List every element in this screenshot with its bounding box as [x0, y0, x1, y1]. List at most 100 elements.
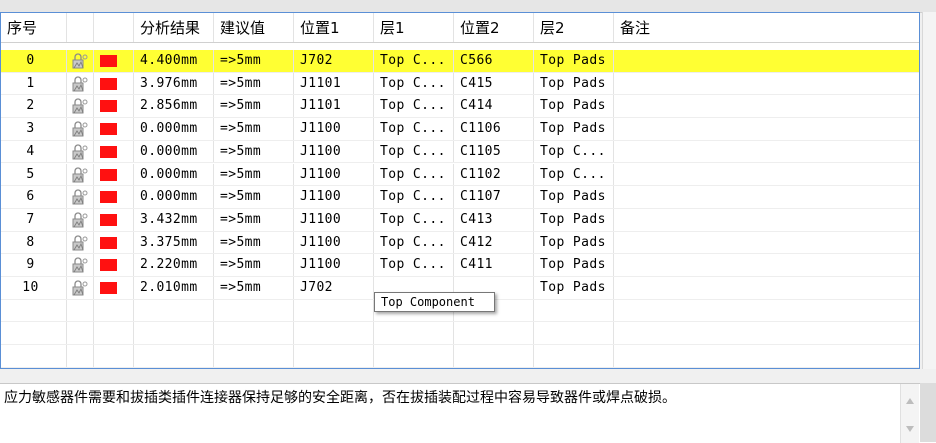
- cell-layer1[interactable]: Top C...: [374, 140, 454, 163]
- cell-icon[interactable]: [67, 277, 94, 299]
- cell-status[interactable]: [94, 231, 134, 254]
- cell-pos1[interactable]: J1100: [294, 163, 374, 186]
- cell-layer2[interactable]: Top C...: [534, 140, 614, 163]
- cell-result[interactable]: 2.856mm: [134, 95, 214, 118]
- cell-result[interactable]: 0.000mm: [134, 118, 214, 140]
- cell-index[interactable]: 1: [1, 72, 67, 95]
- cell-result[interactable]: 3.432mm: [134, 208, 214, 231]
- cell-suggested[interactable]: =>5mm: [214, 50, 294, 72]
- cell-layer1[interactable]: Top C...: [374, 118, 454, 140]
- cell-result[interactable]: 4.400mm: [134, 50, 214, 72]
- cell-icon[interactable]: [67, 186, 94, 208]
- cell-layer2[interactable]: Top Pads: [534, 231, 614, 254]
- cell-icon[interactable]: [67, 163, 94, 186]
- cell-index[interactable]: 8: [1, 231, 67, 254]
- cell-icon[interactable]: [67, 95, 94, 118]
- cell-suggested[interactable]: =>5mm: [214, 140, 294, 163]
- cell-pos2[interactable]: C414: [454, 95, 534, 118]
- cell-status[interactable]: [94, 277, 134, 299]
- cell-pos1[interactable]: J1100: [294, 186, 374, 208]
- cell-remark[interactable]: [614, 164, 919, 186]
- cell-remark[interactable]: [614, 95, 919, 117]
- cell-icon[interactable]: [67, 50, 94, 72]
- cell-remark[interactable]: [614, 141, 919, 163]
- cell-status[interactable]: [94, 72, 134, 95]
- cell-layer1[interactable]: Top C...: [374, 95, 454, 118]
- cell-pos2[interactable]: C412: [454, 231, 534, 254]
- cell-remark[interactable]: [614, 232, 919, 254]
- cell-pos2[interactable]: C566: [454, 50, 534, 72]
- cell-layer2[interactable]: Top Pads: [534, 254, 614, 276]
- cell-remark[interactable]: [614, 73, 919, 95]
- cell-layer2[interactable]: Top Pads: [534, 208, 614, 231]
- cell-pos2[interactable]: C415: [454, 72, 534, 95]
- table-row[interactable]: 3 0.000mm =>5mm J1100 Top C... C1106 Top Pads: [1, 118, 919, 141]
- cell-pos1[interactable]: J702: [294, 277, 374, 299]
- cell-pos2[interactable]: C1105: [454, 140, 534, 163]
- table-row[interactable]: 2 2.856mm =>5mm J1101 Top C... C414 Top Pads: [1, 95, 919, 119]
- cell-status[interactable]: [94, 118, 134, 140]
- table-row[interactable]: 0 4.400mm =>5mm J702 Top C... C566 Top Pads: [1, 50, 919, 73]
- cell-layer2[interactable]: Top C...: [534, 163, 614, 186]
- cell-result[interactable]: 3.976mm: [134, 72, 214, 95]
- cell-result[interactable]: 2.010mm: [134, 277, 214, 299]
- cell-remark[interactable]: [614, 186, 919, 208]
- cell-icon[interactable]: [67, 231, 94, 254]
- cell-pos2[interactable]: C1102: [454, 163, 534, 186]
- column-header-remark[interactable]: 备注: [614, 13, 919, 42]
- cell-remark[interactable]: [614, 254, 919, 276]
- cell-suggested[interactable]: =>5mm: [214, 208, 294, 231]
- cell-pos2[interactable]: C413: [454, 208, 534, 231]
- cell-layer2[interactable]: Top Pads: [534, 118, 614, 140]
- cell-index[interactable]: 10: [1, 277, 67, 299]
- cell-index[interactable]: 4: [1, 140, 67, 163]
- cell-remark[interactable]: [614, 50, 919, 72]
- cell-index[interactable]: 6: [1, 186, 67, 208]
- column-header-layer2[interactable]: 层2: [534, 13, 614, 42]
- cell-pos1[interactable]: J1100: [294, 254, 374, 276]
- scroll-down-icon[interactable]: [906, 426, 914, 432]
- table-row[interactable]: 6 0.000mm =>5mm J1100 Top C... C1107 Top Pads: [1, 186, 919, 209]
- cell-suggested[interactable]: =>5mm: [214, 277, 294, 299]
- cell-suggested[interactable]: =>5mm: [214, 72, 294, 95]
- cell-pos1[interactable]: J1100: [294, 118, 374, 140]
- table-row[interactable]: 7 3.432mm =>5mm J1100 Top C... C413 Top Pads: [1, 208, 919, 232]
- cell-layer1[interactable]: Top C...: [374, 186, 454, 208]
- cell-status[interactable]: [94, 163, 134, 186]
- cell-pos2[interactable]: C411: [454, 254, 534, 276]
- column-header-index[interactable]: 序号: [1, 13, 67, 42]
- cell-layer1[interactable]: Top C...: [374, 163, 454, 186]
- column-header-pos1[interactable]: 位置1: [294, 13, 374, 42]
- cell-pos1[interactable]: J1100: [294, 231, 374, 254]
- cell-status[interactable]: [94, 254, 134, 276]
- cell-layer2[interactable]: Top Pads: [534, 186, 614, 208]
- scroll-up-icon[interactable]: [906, 398, 914, 404]
- cell-remark[interactable]: [614, 118, 919, 140]
- table-row[interactable]: 8 3.375mm =>5mm J1100 Top C... C412 Top Pads: [1, 231, 919, 255]
- cell-pos1[interactable]: J702: [294, 50, 374, 72]
- cell-layer1[interactable]: Top C...: [374, 254, 454, 276]
- cell-layer2[interactable]: Top Pads: [534, 95, 614, 118]
- cell-layer2[interactable]: Top Pads: [534, 50, 614, 72]
- cell-result[interactable]: 3.375mm: [134, 231, 214, 254]
- cell-suggested[interactable]: =>5mm: [214, 163, 294, 186]
- cell-pos1[interactable]: J1101: [294, 95, 374, 118]
- cell-suggested[interactable]: =>5mm: [214, 231, 294, 254]
- table-row[interactable]: 5 0.000mm =>5mm J1100 Top C... C1102 Top C...: [1, 163, 919, 187]
- cell-result[interactable]: 2.220mm: [134, 254, 214, 276]
- column-header-pos2[interactable]: 位置2: [454, 13, 534, 42]
- column-header-result[interactable]: 分析结果: [134, 13, 214, 42]
- cell-icon[interactable]: [67, 118, 94, 140]
- cell-index[interactable]: 5: [1, 163, 67, 186]
- cell-index[interactable]: 7: [1, 208, 67, 231]
- column-header-suggested[interactable]: 建议值: [214, 13, 294, 42]
- column-header-layer1[interactable]: 层1: [374, 13, 454, 42]
- cell-status[interactable]: [94, 50, 134, 72]
- cell-icon[interactable]: [67, 254, 94, 276]
- cell-layer1[interactable]: Top C...: [374, 72, 454, 95]
- cell-pos1[interactable]: J1101: [294, 72, 374, 95]
- cell-result[interactable]: 0.000mm: [134, 163, 214, 186]
- cell-layer2[interactable]: Top Pads: [534, 277, 614, 299]
- cell-result[interactable]: 0.000mm: [134, 186, 214, 208]
- cell-pos1[interactable]: J1100: [294, 208, 374, 231]
